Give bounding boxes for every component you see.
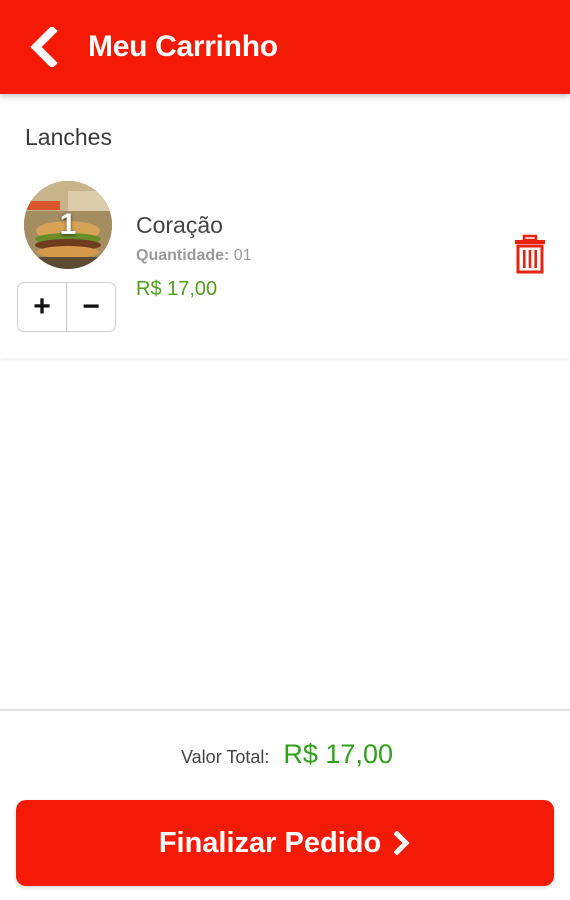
cart-footer: Valor Total: R$ 17,00 Finalizar Pedido	[0, 709, 570, 900]
finalize-order-label: Finalizar Pedido	[158, 826, 382, 859]
back-button[interactable]	[20, 24, 66, 70]
quantity-label: Quantidade:	[136, 247, 230, 264]
section-title: Lanches	[25, 124, 112, 150]
item-price: R$ 17,00	[136, 278, 218, 300]
item-thumbnail: 1	[24, 181, 112, 269]
item-count-badge: 1	[59, 208, 77, 241]
page-title: Meu Carrinho	[88, 30, 278, 63]
chevron-right-icon	[393, 831, 411, 855]
trash-icon	[515, 234, 545, 274]
total-label: Valor Total:	[181, 747, 270, 767]
increment-button[interactable]: +	[18, 283, 66, 331]
finalize-order-button[interactable]: Finalizar Pedido	[16, 800, 554, 886]
total-row: Valor Total: R$ 17,00	[0, 739, 570, 779]
quantity-value: 01	[233, 247, 252, 264]
item-quantity: Quantidade: 01	[136, 247, 252, 265]
total-value: R$ 17,00	[283, 739, 393, 769]
app-header: Meu Carrinho	[0, 0, 570, 94]
delete-item-button[interactable]	[512, 234, 548, 274]
item-name: Coração	[136, 212, 223, 238]
chevron-left-icon	[30, 27, 58, 67]
cart-section: Lanches 1 + − Coração Quantidade: 01 R$ …	[0, 94, 570, 358]
quantity-stepper: + −	[17, 282, 116, 332]
decrement-button[interactable]: −	[66, 283, 115, 331]
